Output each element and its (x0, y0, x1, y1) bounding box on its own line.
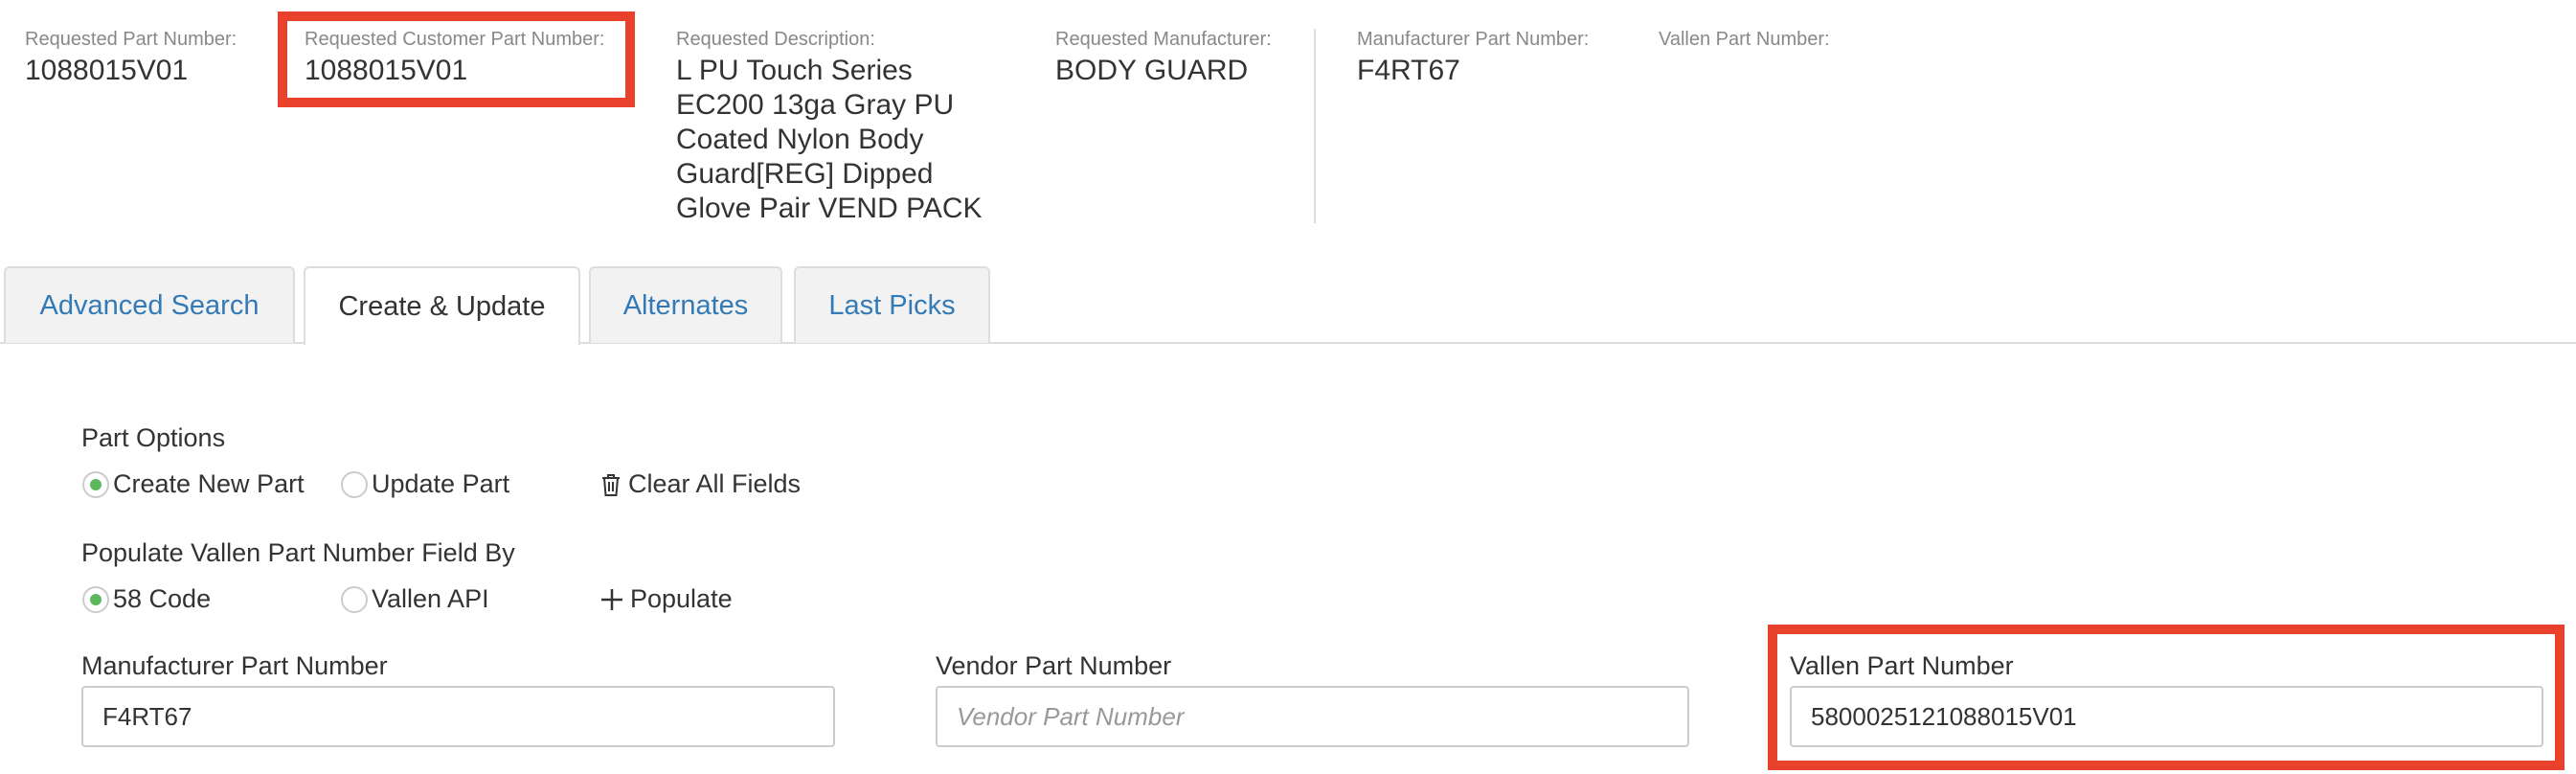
manufacturer-part-number-summary-label: Manufacturer Part Number: (1357, 29, 1590, 50)
requested-customer-part-number-label: Requested Customer Part Number: (305, 29, 605, 50)
requested-part-number-label: Requested Part Number: (25, 29, 237, 50)
manufacturer-part-number-label: Manufacturer Part Number (81, 651, 388, 680)
requested-description-value: L PU Touch Series EC200 13ga Gray PU Coa… (676, 55, 983, 224)
create-new-part-label: Create New Part (113, 469, 305, 498)
requested-part-number-value: 1088015V01 (25, 55, 189, 86)
58-code-radio[interactable]: 58 Code (82, 584, 211, 614)
update-part-radio[interactable]: Update Part (341, 469, 509, 499)
vendor-part-number-input[interactable] (936, 686, 1689, 747)
vallen-api-label: Vallen API (372, 584, 489, 613)
requested-manufacturer-label: Requested Manufacturer: (1055, 29, 1272, 50)
clear-all-fields-button[interactable]: Clear All Fields (599, 469, 801, 499)
vallen-api-radio[interactable]: Vallen API (341, 584, 489, 614)
vendor-part-number-label: Vendor Part Number (936, 651, 1172, 680)
manufacturer-part-number-summary-value: F4RT67 (1357, 55, 1460, 86)
radio-unchecked-icon (341, 585, 368, 613)
vallen-part-number-input[interactable] (1790, 686, 2543, 747)
tab-create-update[interactable]: Create & Update (304, 266, 580, 345)
requested-part-number: Requested Part Number: 1088015V01 (25, 27, 237, 88)
update-part-label: Update Part (372, 469, 510, 498)
create-new-part-radio[interactable]: Create New Part (82, 469, 305, 499)
requested-customer-part-number: Requested Customer Part Number: 1088015V… (305, 27, 604, 88)
manufacturer-part-number-input[interactable] (81, 686, 835, 747)
vallen-part-number-summary: Vallen Part Number: (1659, 27, 1830, 54)
summary-divider (1314, 29, 1316, 223)
tab-alternates[interactable]: Alternates (589, 266, 782, 343)
vallen-part-number-summary-label: Vallen Part Number: (1659, 29, 1830, 50)
radio-unchecked-icon (341, 470, 368, 498)
plus-icon (601, 588, 622, 610)
part-options-label: Part Options (81, 423, 226, 452)
requested-description: Requested Description: L PU Touch Series… (676, 27, 1006, 226)
trash-icon (602, 473, 620, 496)
radio-checked-icon (82, 470, 109, 498)
tab-advanced-search[interactable]: Advanced Search (4, 266, 295, 343)
vallen-part-number-label: Vallen Part Number (1790, 651, 2014, 680)
requested-manufacturer: Requested Manufacturer: BODY GUARD (1055, 27, 1272, 88)
populate-button[interactable]: Populate (599, 584, 733, 614)
populate-by-label: Populate Vallen Part Number Field By (81, 538, 515, 567)
requested-description-label: Requested Description: (676, 29, 875, 50)
radio-checked-icon (82, 585, 109, 613)
requested-manufacturer-value: BODY GUARD (1055, 55, 1249, 86)
requested-customer-part-number-value: 1088015V01 (305, 55, 468, 86)
58-code-label: 58 Code (113, 584, 212, 613)
clear-all-fields-label: Clear All Fields (628, 469, 802, 498)
manufacturer-part-number-summary: Manufacturer Part Number: F4RT67 (1357, 27, 1589, 88)
populate-label: Populate (630, 584, 733, 613)
tab-last-picks[interactable]: Last Picks (794, 266, 990, 343)
